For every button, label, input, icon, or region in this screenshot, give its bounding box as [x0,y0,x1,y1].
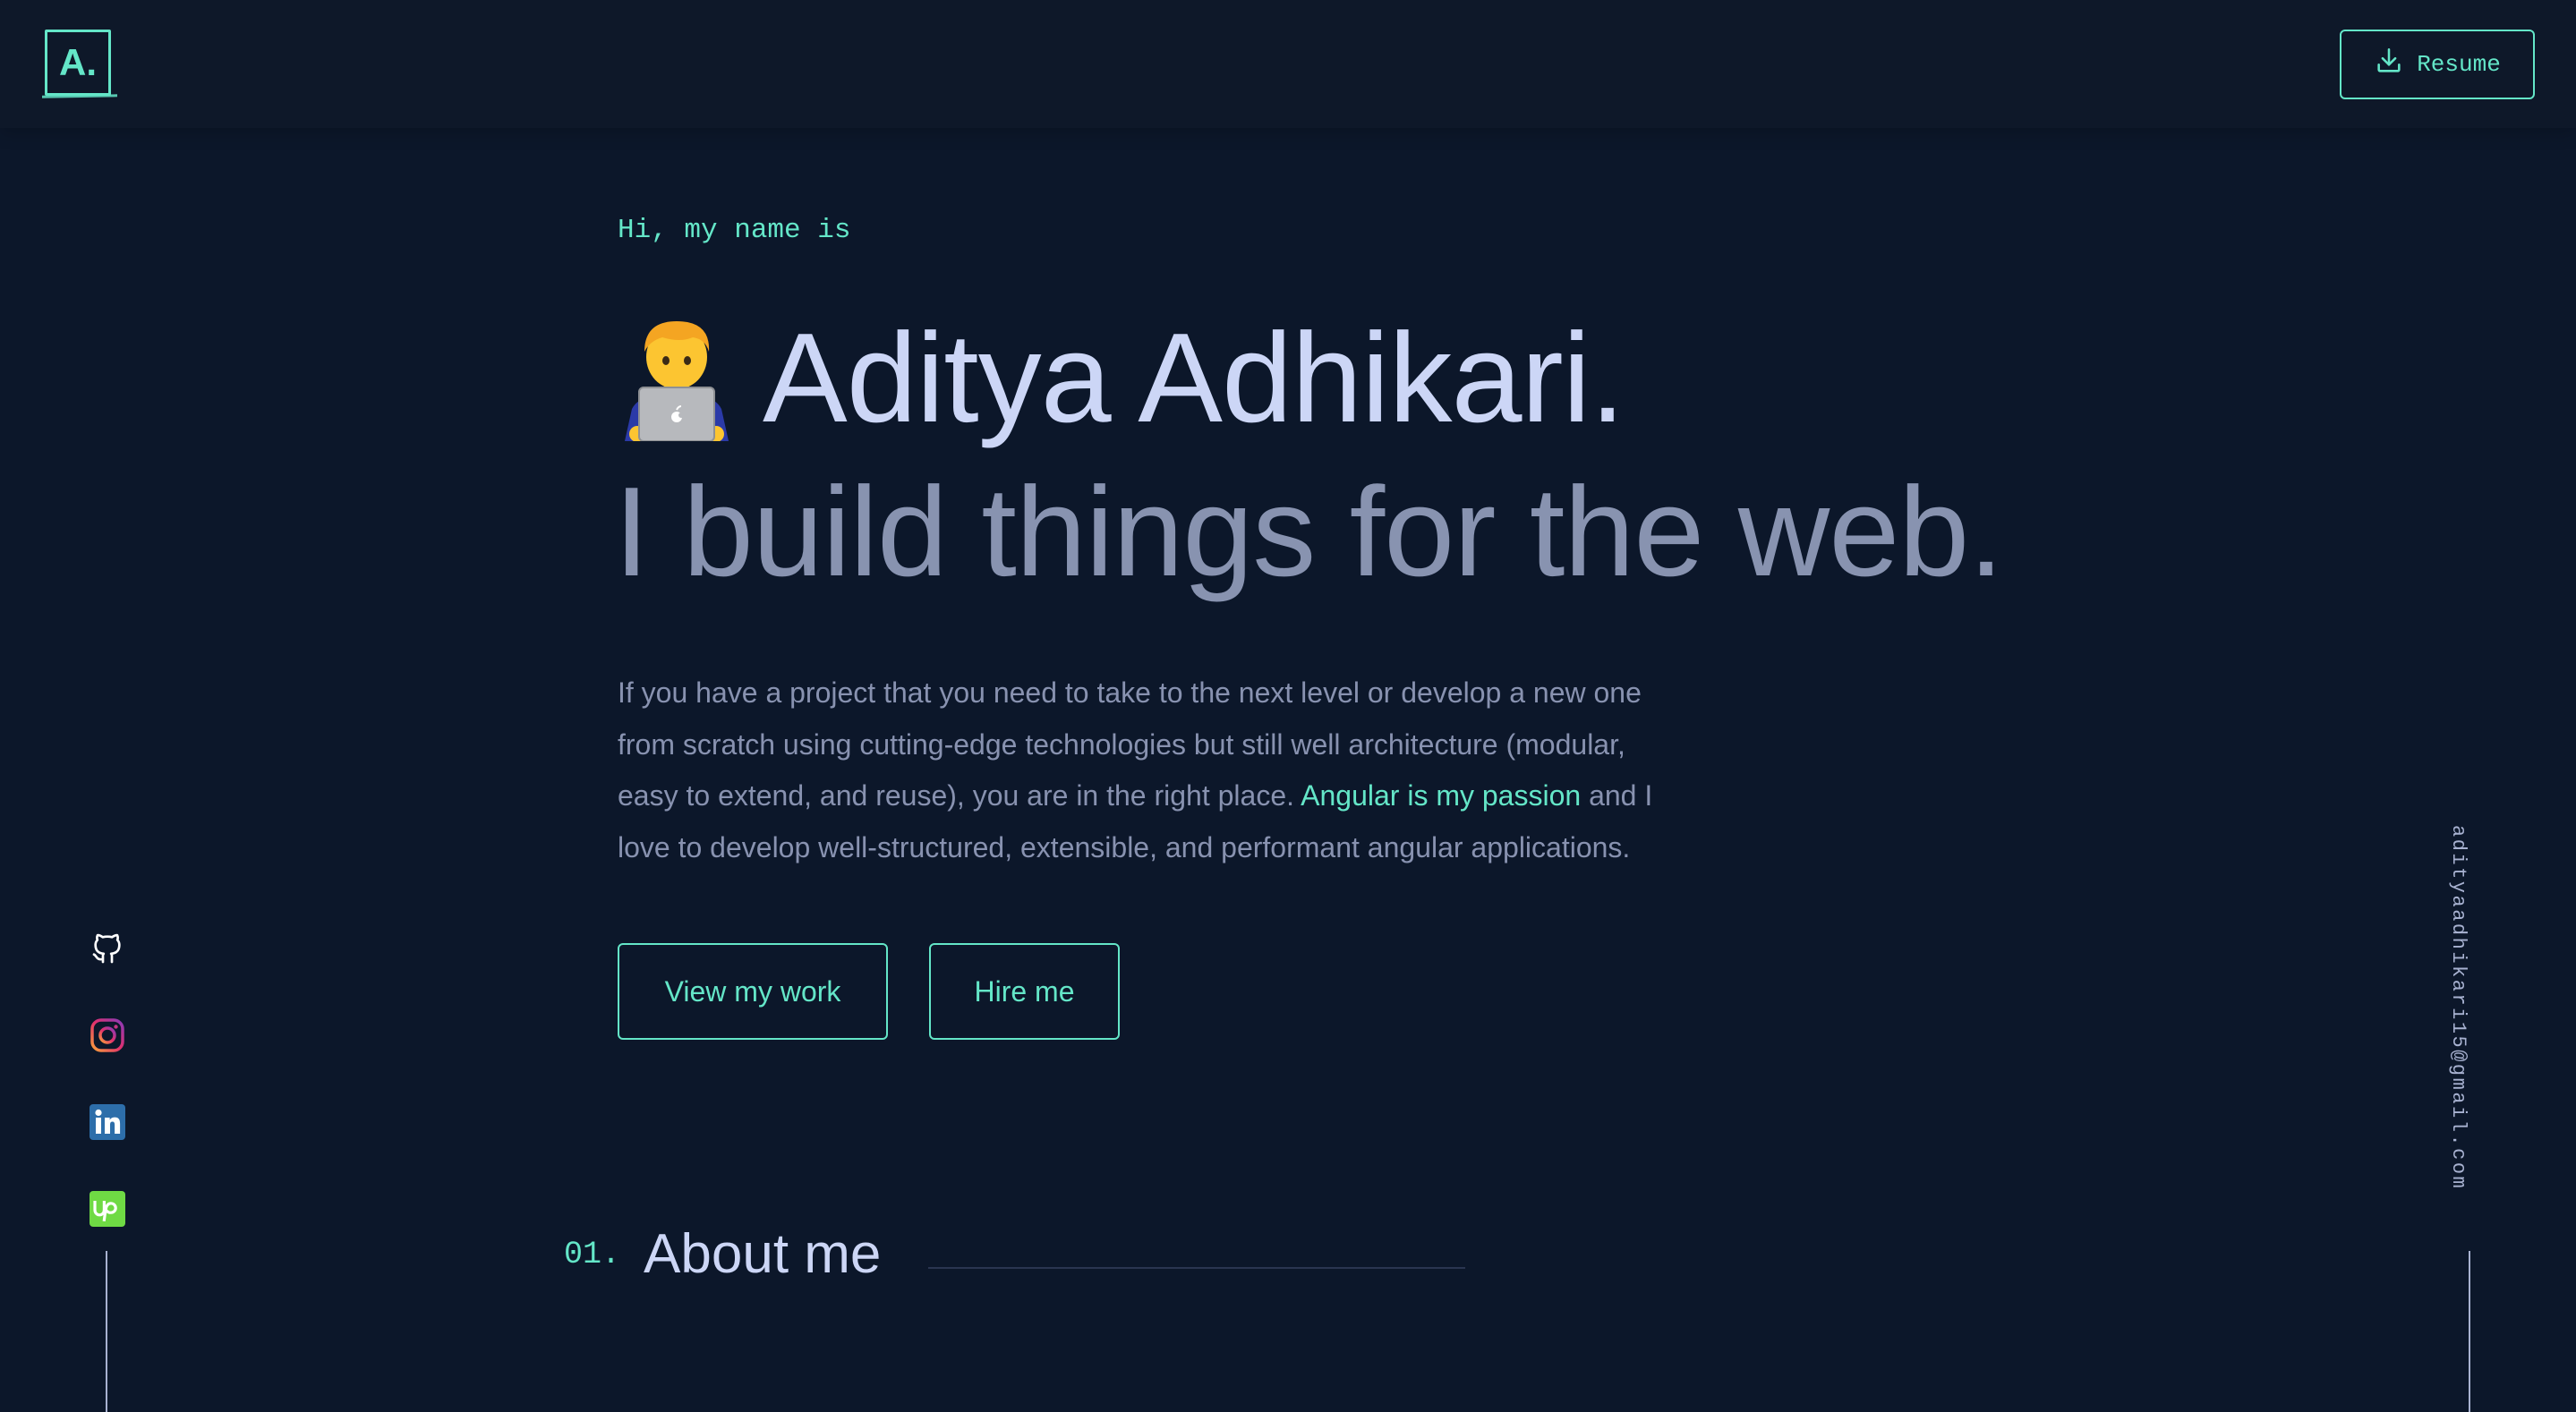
technologist-emoji [618,316,736,442]
resume-button[interactable]: Resume [2340,30,2535,99]
hire-me-button[interactable]: Hire me [929,943,1120,1040]
linkedin-icon[interactable] [90,1104,125,1140]
section-number: 01. [564,1236,621,1272]
social-column-line [106,1251,107,1412]
resume-label: Resume [2417,51,2501,78]
name-heading: Aditya Adhikari. [618,311,1625,446]
site-header: A. Resume [0,0,2576,128]
tagline: I build things for the web. [614,461,2004,603]
intro-accent-text: Angular is my passion [1301,779,1582,812]
view-my-work-button[interactable]: View my work [618,943,888,1040]
instagram-icon[interactable] [90,1017,125,1053]
about-section-heading: 01. About me [564,1222,881,1286]
email-column-line [2469,1251,2470,1412]
logo[interactable]: A. [45,30,111,96]
section-title: About me [644,1223,882,1285]
intro-paragraph: If you have a project that you need to t… [618,668,1692,873]
greeting: Hi, my name is [618,215,851,246]
email-link[interactable]: adityaadhikari15@gmail.com [2447,825,2469,1190]
download-icon [2374,46,2404,83]
upwork-icon[interactable] [90,1191,125,1227]
name-text: Aditya Adhikari. [763,307,1625,449]
section-divider [928,1267,1465,1269]
github-icon[interactable] [90,931,125,966]
